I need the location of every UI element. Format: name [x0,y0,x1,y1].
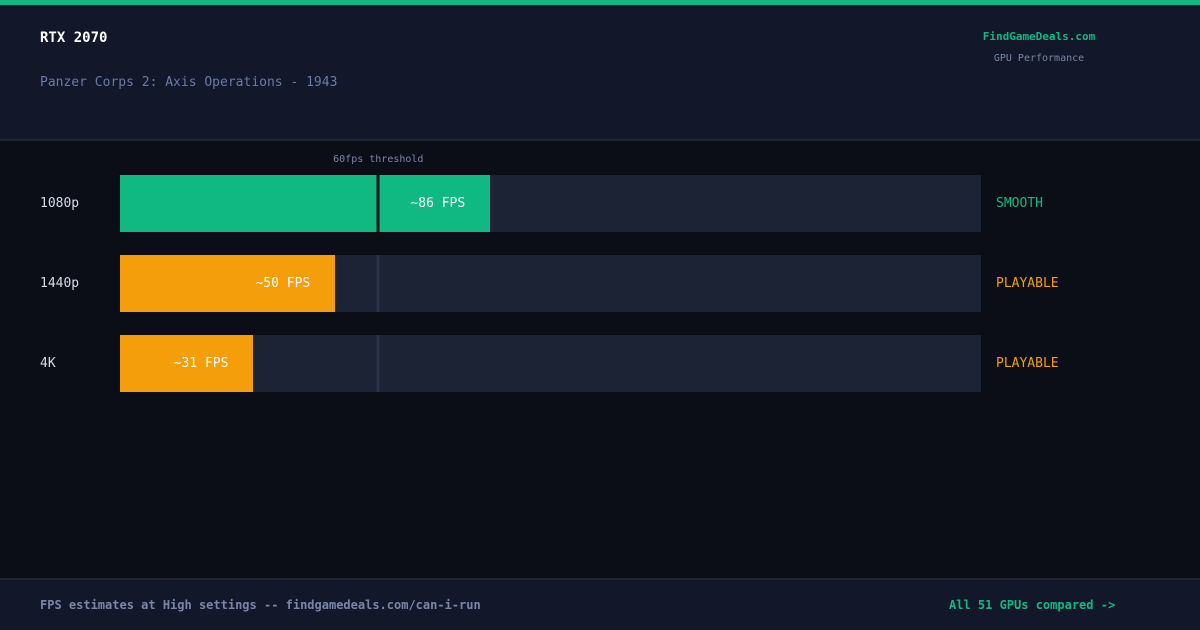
brand-logo-text[interactable]: FindGameDeals.com [979,30,1099,43]
footer: FPS estimates at High settings -- findga… [0,578,1200,630]
resolution-label: 1080p [40,196,80,211]
all-gpus-link[interactable]: All 51 GPUs compared -> [949,598,1115,612]
game-subtitle: Panzer Corps 2: Axis Operations - 1943 [40,75,338,90]
bar-track: ~31 FPS [120,335,981,392]
threshold-label: 60fps threshold [333,154,424,165]
fps-value-label: ~86 FPS [410,196,466,211]
chart-row: 1440p ~50 FPS PLAYABLE [0,255,1200,312]
gpu-title: RTX 2070 [40,30,108,46]
threshold-line [376,335,380,392]
resolution-label: 1440p [40,276,80,291]
threshold-line [376,175,380,232]
resolution-label: 4K [40,356,56,371]
fps-chart: 60fps threshold 1080p ~86 FPS SMOOTH 1440p ~… [0,143,1200,578]
chart-row: 4K ~31 FPS PLAYABLE [0,335,1200,392]
threshold-line [376,255,380,312]
status-label: PLAYABLE [996,276,1059,291]
status-label: SMOOTH [996,196,1043,211]
bar-track: ~50 FPS [120,255,981,312]
status-label: PLAYABLE [996,356,1059,371]
header: RTX 2070 Panzer Corps 2: Axis Operations… [0,5,1200,141]
chart-row: 1080p ~86 FPS SMOOTH [0,175,1200,232]
bar-track: ~86 FPS [120,175,981,232]
fps-value-label: ~31 FPS [173,356,229,371]
fps-value-label: ~50 FPS [255,276,311,291]
footer-note: FPS estimates at High settings -- findga… [40,598,481,612]
brand-subtitle: GPU Performance [993,53,1085,64]
